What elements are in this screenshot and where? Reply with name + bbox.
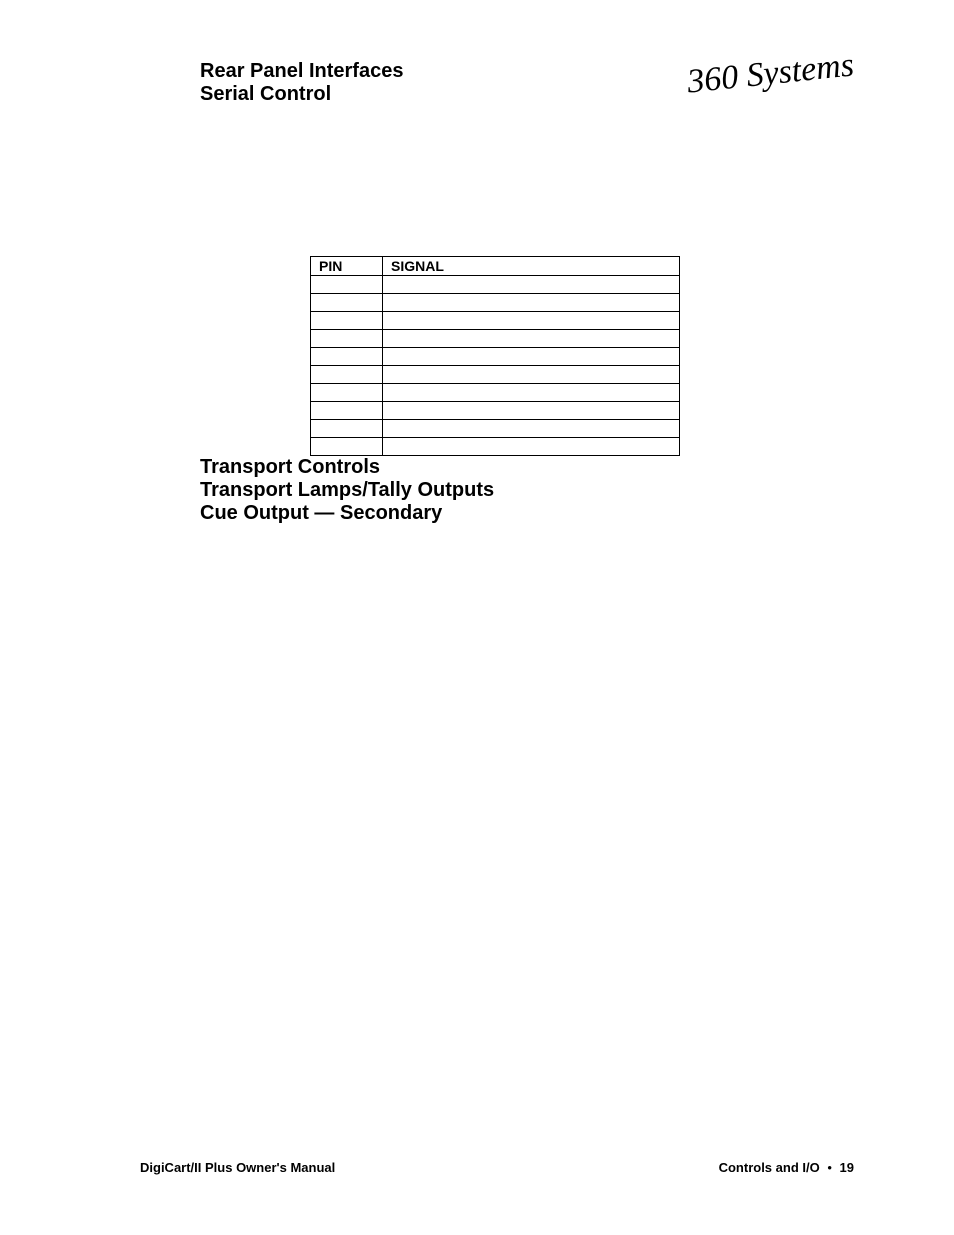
cell-pin: [311, 402, 383, 420]
heading-cue-output: Cue Output — Secondary: [200, 502, 814, 525]
table-row: [311, 420, 680, 438]
cell-pin: [311, 438, 383, 456]
table-row: [311, 384, 680, 402]
th-pin: PIN: [311, 257, 383, 276]
cell-signal: [383, 366, 680, 384]
cell-signal: [383, 312, 680, 330]
cell-signal: [383, 402, 680, 420]
cell-pin: [311, 384, 383, 402]
cell-pin: [311, 366, 383, 384]
footer-right: Controls and I/O • 19: [719, 1160, 854, 1175]
cell-pin: [311, 276, 383, 294]
cell-pin: [311, 330, 383, 348]
cell-pin: [311, 420, 383, 438]
cell-signal: [383, 438, 680, 456]
footer-page-number: 19: [840, 1160, 854, 1175]
cell-signal: [383, 294, 680, 312]
cell-pin: [311, 312, 383, 330]
heading-transport-lamps: Transport Lamps/Tally Outputs: [200, 479, 814, 502]
footer-left: DigiCart/II Plus Owner's Manual: [140, 1160, 335, 1175]
cell-signal: [383, 348, 680, 366]
table-row: [311, 330, 680, 348]
th-signal: SIGNAL: [383, 257, 680, 276]
table-row: [311, 348, 680, 366]
table-row: [311, 438, 680, 456]
table-row: [311, 366, 680, 384]
cell-signal: [383, 384, 680, 402]
table-row: [311, 294, 680, 312]
table-row: [311, 312, 680, 330]
cell-pin: [311, 348, 383, 366]
pin-signal-table: PIN SIGNAL: [310, 256, 680, 456]
cell-pin: [311, 294, 383, 312]
table-header-row: PIN SIGNAL: [311, 257, 680, 276]
cell-signal: [383, 420, 680, 438]
table-row: [311, 402, 680, 420]
heading-transport-controls: Transport Controls: [200, 456, 814, 479]
footer-bullet: •: [823, 1160, 836, 1175]
cell-signal: [383, 330, 680, 348]
cell-signal: [383, 276, 680, 294]
footer-section: Controls and I/O: [719, 1160, 820, 1175]
page-footer: DigiCart/II Plus Owner's Manual Controls…: [140, 1160, 854, 1175]
table-row: [311, 276, 680, 294]
